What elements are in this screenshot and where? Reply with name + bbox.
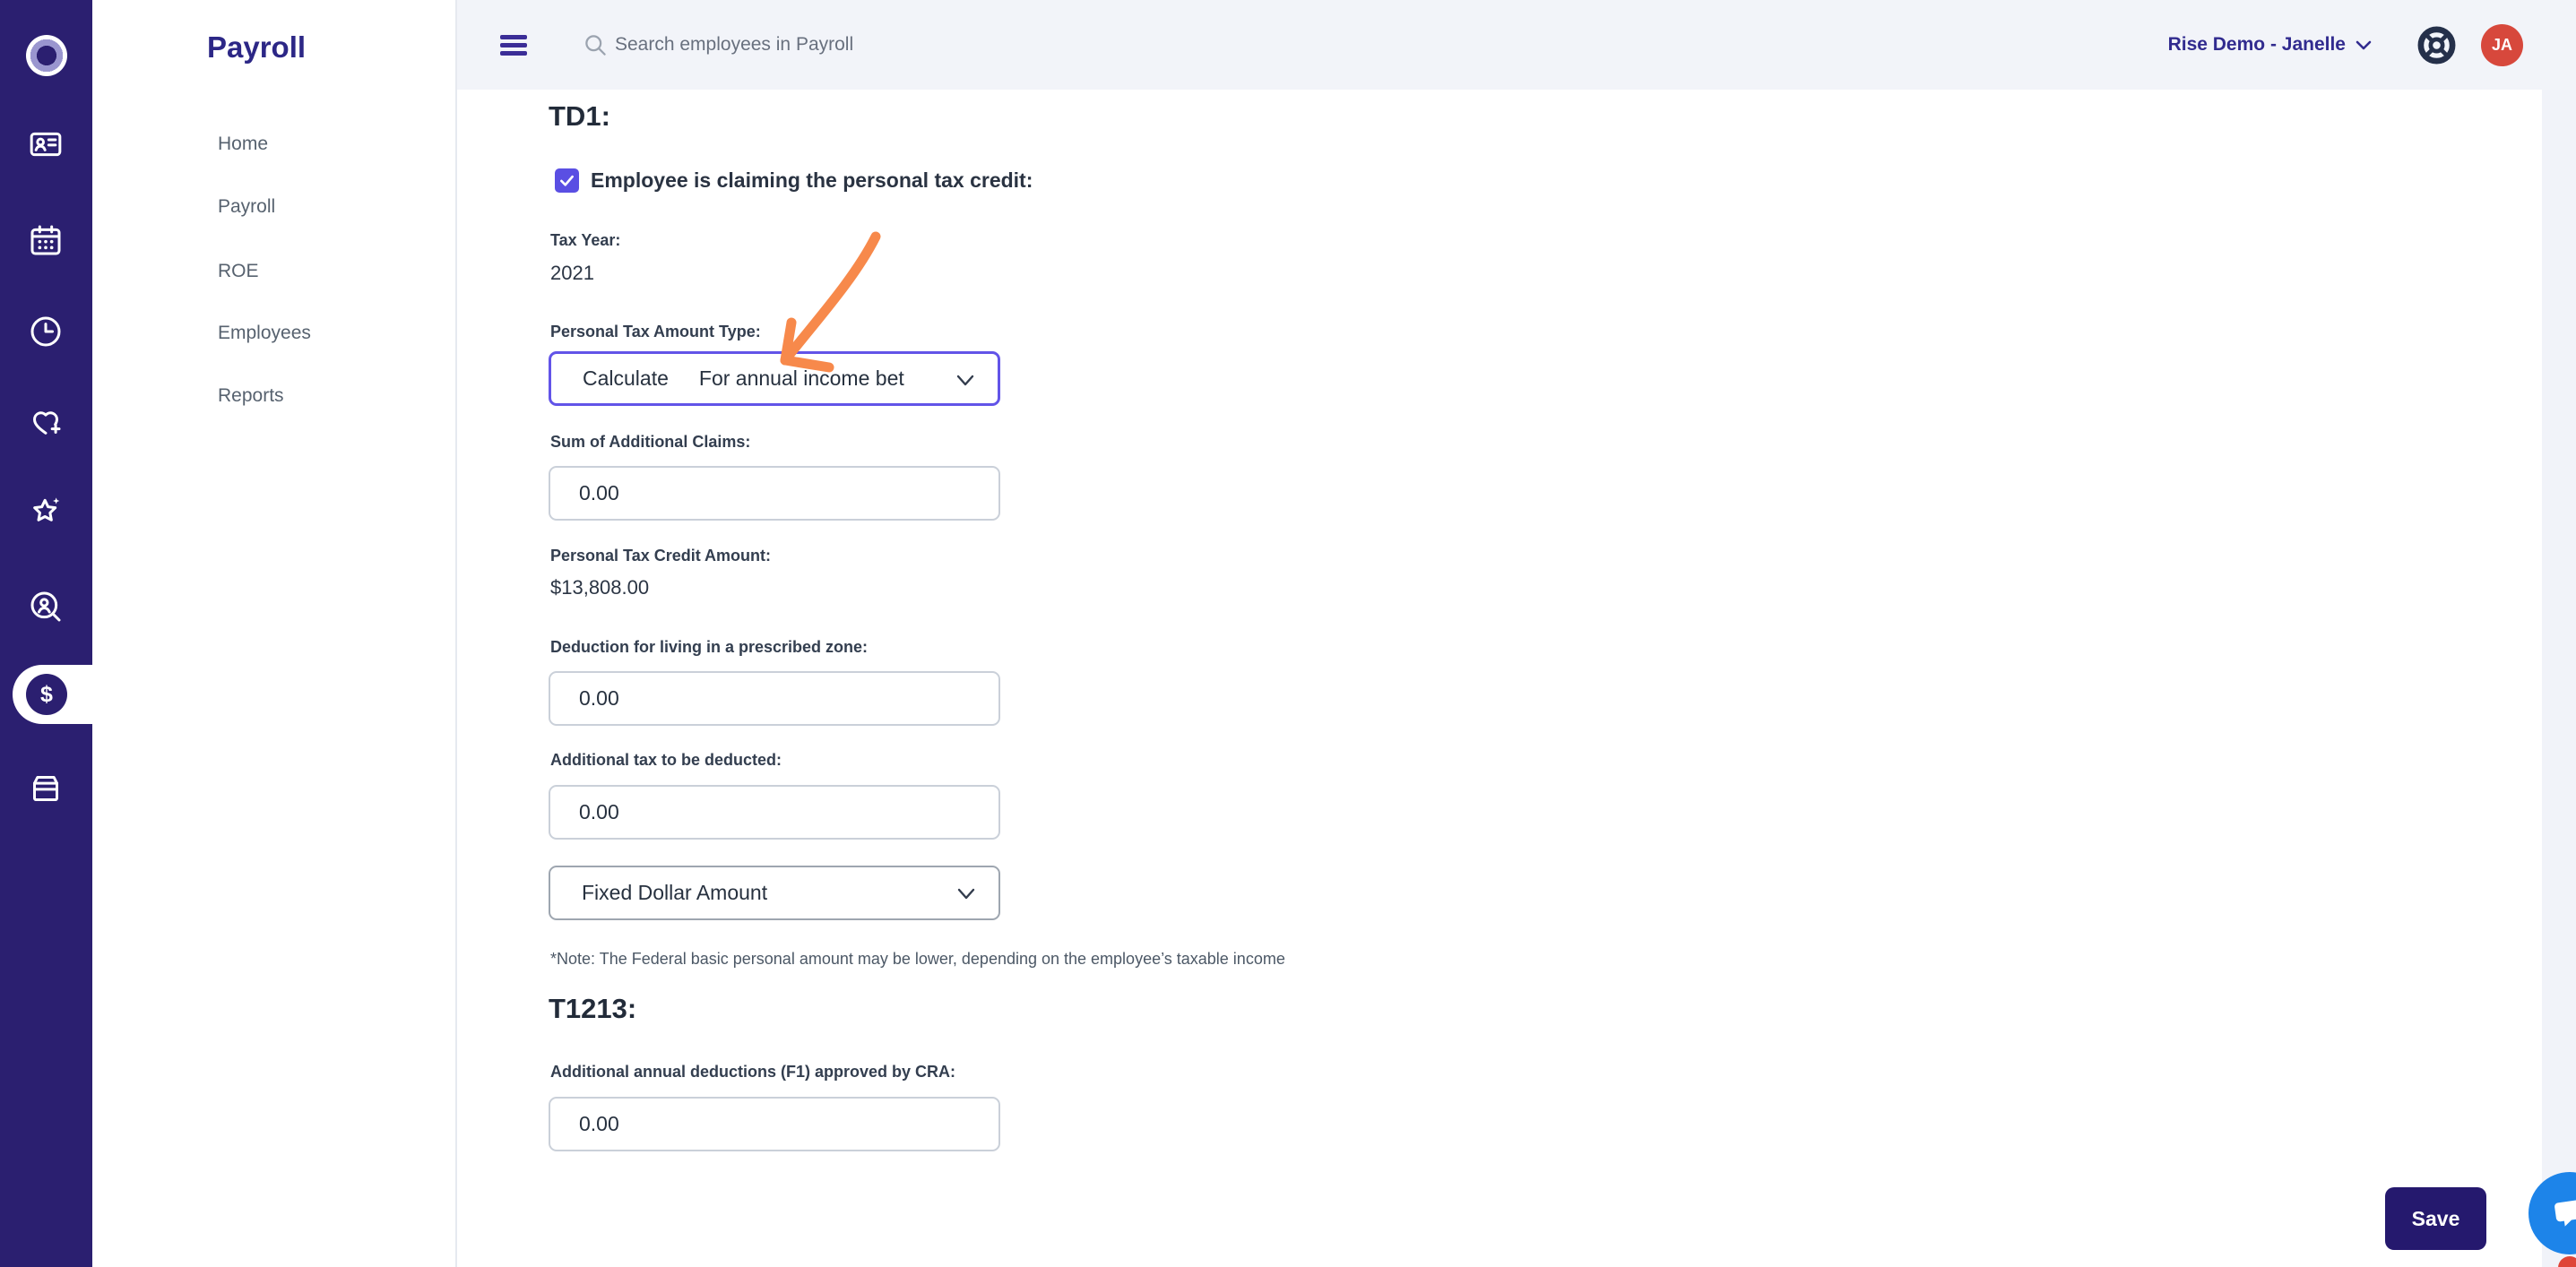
amount-type-label: Personal Tax Amount Type: — [550, 323, 761, 340]
additional-tax-input[interactable] — [549, 785, 1000, 840]
account-area: Rise Demo - Janelle JA — [2168, 0, 2523, 90]
sidebar-item-roe[interactable]: ROE — [218, 261, 259, 282]
search-icon — [583, 33, 608, 57]
tax-year-value: 2021 — [550, 262, 594, 284]
sidebar-item-reports[interactable]: Reports — [218, 385, 284, 407]
sum-claims-label: Sum of Additional Claims: — [550, 433, 751, 451]
clock-icon[interactable] — [28, 314, 64, 349]
section-heading-td1: TD1: — [549, 100, 610, 132]
account-menu[interactable]: Rise Demo - Janelle — [2168, 34, 2346, 56]
avatar[interactable]: JA — [2481, 23, 2523, 66]
icon-rail: $ — [0, 0, 92, 1267]
sidebar-item-home[interactable]: Home — [218, 134, 268, 155]
checkbox-label: Employee is claiming the personal tax cr… — [591, 168, 1033, 192]
heart-plus-icon[interactable] — [28, 404, 64, 440]
person-search-icon[interactable] — [28, 589, 64, 625]
credit-amount-label: Personal Tax Credit Amount: — [550, 547, 772, 565]
help-icon[interactable] — [2416, 24, 2458, 66]
scrollbar-gutter[interactable] — [2542, 90, 2576, 1267]
sum-claims-input[interactable] — [549, 466, 1000, 521]
dollar-icon[interactable]: $ — [26, 674, 67, 715]
cra-deductions-input[interactable] — [549, 1097, 1000, 1151]
tax-year-label: Tax Year: — [550, 231, 621, 249]
save-button[interactable]: Save — [2385, 1187, 2486, 1250]
sidebar: Payroll Home Payroll ROE Employees Repor… — [92, 0, 457, 1267]
select-value: Fixed Dollar Amount — [582, 881, 768, 904]
cra-deductions-label: Additional annual deductions (F1) approv… — [550, 1063, 956, 1081]
contact-card-icon[interactable] — [28, 126, 64, 162]
chevron-down-icon — [951, 366, 980, 395]
prescribed-zone-input[interactable] — [549, 671, 1000, 726]
chevron-down-icon — [952, 880, 981, 909]
sidebar-item-employees[interactable]: Employees — [218, 323, 311, 344]
personal-tax-credit-checkbox-row: Employee is claiming the personal tax cr… — [555, 168, 1033, 193]
star-icon[interactable] — [28, 493, 64, 529]
personal-tax-credit-checkbox[interactable] — [555, 168, 579, 193]
chat-launcher-button[interactable] — [2528, 1172, 2576, 1254]
prescribed-zone-label: Deduction for living in a prescribed zon… — [550, 638, 869, 656]
sidebar-item-payroll[interactable]: Payroll — [218, 196, 275, 218]
chevron-down-icon[interactable] — [2353, 34, 2374, 56]
search-input[interactable] — [615, 27, 1117, 63]
menu-icon[interactable] — [500, 35, 527, 56]
select-value-primary: Calculate — [583, 366, 669, 390]
additional-tax-label: Additional tax to be deducted: — [550, 751, 782, 769]
store-icon[interactable] — [28, 771, 64, 806]
page-title: Payroll — [207, 30, 307, 64]
note-text: *Note: The Federal basic personal amount… — [550, 950, 1285, 968]
section-heading-t1213: T1213: — [549, 993, 637, 1024]
annotation-arrow-icon — [780, 231, 881, 373]
rise-logo[interactable] — [26, 35, 67, 76]
calendar-icon[interactable] — [28, 222, 64, 258]
additional-tax-type-select[interactable]: Fixed Dollar Amount — [549, 866, 1000, 920]
chat-bubble-icon — [2554, 1200, 2576, 1227]
credit-amount-value: $13,808.00 — [550, 576, 650, 599]
check-icon — [560, 175, 574, 186]
